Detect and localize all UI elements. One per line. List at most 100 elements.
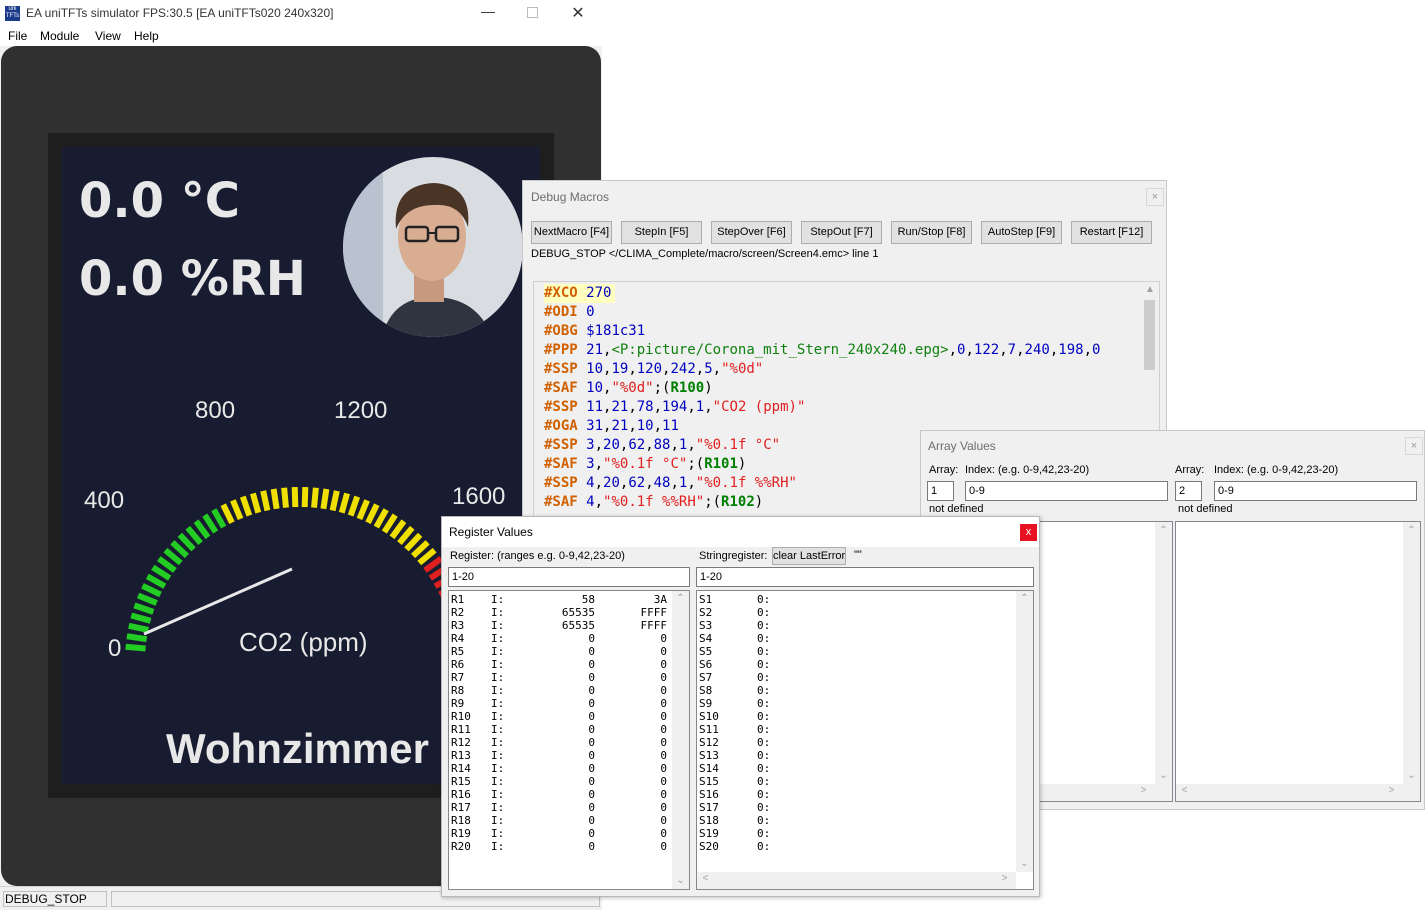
- close-icon[interactable]: ✕: [570, 3, 586, 23]
- register-row[interactable]: R14 I: 0 0: [451, 762, 671, 775]
- index-input-left[interactable]: 0-9: [965, 481, 1168, 501]
- string-list-hscroll[interactable]: < >: [697, 872, 1016, 889]
- register-row[interactable]: R13 I: 0 0: [451, 749, 671, 762]
- string-range-input[interactable]: 1-20: [696, 567, 1034, 587]
- string-value: 0:: [757, 827, 771, 840]
- register-row[interactable]: R19 I: 0 0: [451, 827, 671, 840]
- minimize-icon[interactable]: —: [481, 3, 495, 19]
- step-in-button[interactable]: StepIn [F5]: [621, 221, 702, 244]
- register-row[interactable]: R7 I: 0 0: [451, 671, 671, 684]
- scroll-up-icon[interactable]: ⌃: [672, 593, 689, 604]
- debug-macros-close-button[interactable]: ×: [1146, 188, 1164, 206]
- scroll-up-icon[interactable]: ⌃: [1155, 525, 1172, 536]
- string-row[interactable]: S10 0:: [699, 710, 999, 723]
- array-input-left[interactable]: 1: [927, 481, 954, 501]
- register-row[interactable]: R20 I: 0 0: [451, 840, 671, 853]
- scroll-up-icon[interactable]: ⌃: [1403, 525, 1420, 536]
- string-row[interactable]: S18 0:: [699, 814, 999, 827]
- register-row[interactable]: R2 I: 65535 FFFF: [451, 606, 671, 619]
- register-type: I:: [491, 710, 505, 723]
- string-row[interactable]: S13 0:: [699, 749, 999, 762]
- register-row[interactable]: R12 I: 0 0: [451, 736, 671, 749]
- register-row[interactable]: R17 I: 0 0: [451, 801, 671, 814]
- register-row[interactable]: R6 I: 0 0: [451, 658, 671, 671]
- scroll-left-icon[interactable]: <: [1176, 785, 1193, 796]
- register-row[interactable]: R4 I: 0 0: [451, 632, 671, 645]
- menu-file[interactable]: File: [8, 29, 27, 43]
- string-row[interactable]: S17 0:: [699, 801, 999, 814]
- scroll-down-icon[interactable]: ⌄: [1155, 770, 1172, 781]
- string-name: S16: [699, 788, 719, 801]
- maximize-icon[interactable]: [527, 7, 538, 18]
- register-row[interactable]: R9 I: 0 0: [451, 697, 671, 710]
- string-row[interactable]: S8 0:: [699, 684, 999, 697]
- string-row[interactable]: S2 0:: [699, 606, 999, 619]
- array-list-left-vscroll[interactable]: ⌃ ⌄: [1155, 522, 1172, 801]
- string-row[interactable]: S9 0:: [699, 697, 999, 710]
- string-row[interactable]: S1 0:: [699, 593, 999, 606]
- scroll-right-icon[interactable]: >: [996, 873, 1013, 884]
- code-line[interactable]: #XCO 270: [544, 284, 616, 303]
- string-row[interactable]: S20 0:: [699, 840, 999, 853]
- step-out-button[interactable]: StepOut [F7]: [801, 221, 882, 244]
- register-row[interactable]: R3 I: 65535 FFFF: [451, 619, 671, 632]
- code-line[interactable]: #SSP 11,21,78,194,1,"CO2 (ppm)": [544, 398, 1100, 417]
- menu-view[interactable]: View: [95, 29, 121, 43]
- scroll-down-icon[interactable]: ⌄: [1403, 770, 1420, 781]
- code-line[interactable]: #SAF 10,"%0d";(R100): [544, 379, 1100, 398]
- scroll-right-icon[interactable]: >: [1383, 785, 1400, 796]
- register-list-vscroll[interactable]: ⌃ ⌄: [672, 591, 689, 889]
- clear-last-error-button[interactable]: clear LastError: [772, 547, 846, 565]
- array-list-right-vscroll[interactable]: ⌃ ⌄: [1403, 522, 1420, 801]
- string-row[interactable]: S16 0:: [699, 788, 999, 801]
- code-line[interactable]: #ODI 0: [544, 303, 1100, 322]
- register-row[interactable]: R16 I: 0 0: [451, 788, 671, 801]
- scroll-left-icon[interactable]: <: [697, 873, 714, 884]
- register-list[interactable]: R1 I: 58 3A R2 I: 65535 FFFF R3 I: 65535 FFFF R4 I: 0 0…: [448, 590, 690, 890]
- register-row[interactable]: R5 I: 0 0: [451, 645, 671, 658]
- step-over-button[interactable]: StepOver [F6]: [711, 221, 792, 244]
- index-input-right[interactable]: 0-9: [1214, 481, 1417, 501]
- string-row[interactable]: S5 0:: [699, 645, 999, 658]
- string-row[interactable]: S11 0:: [699, 723, 999, 736]
- scroll-down-icon[interactable]: ⌄: [1016, 858, 1033, 869]
- code-line[interactable]: #SSP 10,19,120,242,5,"%0d": [544, 360, 1100, 379]
- string-row[interactable]: S14 0:: [699, 762, 999, 775]
- scroll-up-icon[interactable]: ⌃: [1016, 593, 1033, 604]
- register-range-input[interactable]: 1-20: [448, 567, 690, 587]
- auto-step-button[interactable]: AutoStep [F9]: [981, 221, 1062, 244]
- run-stop-button[interactable]: Run/Stop [F8]: [891, 221, 972, 244]
- register-row[interactable]: R1 I: 58 3A: [451, 593, 671, 606]
- menu-help[interactable]: Help: [134, 29, 159, 43]
- string-row[interactable]: S4 0:: [699, 632, 999, 645]
- string-row[interactable]: S3 0:: [699, 619, 999, 632]
- array-input-right[interactable]: 2: [1175, 481, 1202, 501]
- string-row[interactable]: S7 0:: [699, 671, 999, 684]
- register-row[interactable]: R18 I: 0 0: [451, 814, 671, 827]
- string-list-vscroll[interactable]: ⌃ ⌄: [1016, 591, 1033, 872]
- string-row[interactable]: S19 0:: [699, 827, 999, 840]
- register-row[interactable]: R11 I: 0 0: [451, 723, 671, 736]
- array-list-right[interactable]: ⌃ ⌄ < >: [1175, 521, 1421, 802]
- scroll-thumb[interactable]: [1144, 300, 1155, 370]
- string-row[interactable]: S15 0:: [699, 775, 999, 788]
- next-macro-button[interactable]: NextMacro [F4]: [531, 221, 612, 244]
- scroll-up-icon[interactable]: ▲: [1141, 284, 1159, 295]
- scroll-right-icon[interactable]: >: [1135, 785, 1152, 796]
- register-decimal: 0: [588, 762, 595, 775]
- register-row[interactable]: R15 I: 0 0: [451, 775, 671, 788]
- string-row[interactable]: S12 0:: [699, 736, 999, 749]
- register-type: I:: [491, 684, 505, 697]
- menu-module[interactable]: Module: [40, 29, 79, 43]
- register-row[interactable]: R10 I: 0 0: [451, 710, 671, 723]
- array-values-close-button[interactable]: ×: [1405, 437, 1423, 455]
- register-values-close-button[interactable]: x: [1020, 524, 1037, 541]
- restart-button[interactable]: Restart [F12]: [1071, 221, 1152, 244]
- array-list-right-hscroll[interactable]: < >: [1176, 784, 1420, 801]
- scroll-down-icon[interactable]: ⌄: [672, 875, 689, 886]
- string-row[interactable]: S6 0:: [699, 658, 999, 671]
- register-row[interactable]: R8 I: 0 0: [451, 684, 671, 697]
- code-line[interactable]: #PPP 21,<P:picture/Corona_mit_Stern_240x…: [544, 341, 1100, 360]
- code-line[interactable]: #OBG $181c31: [544, 322, 1100, 341]
- string-list[interactable]: S1 0: S2 0: S3 0: S4 0: S5 0: S6 0: S7 0: S8 0: S9 0: S10 0…: [696, 590, 1034, 890]
